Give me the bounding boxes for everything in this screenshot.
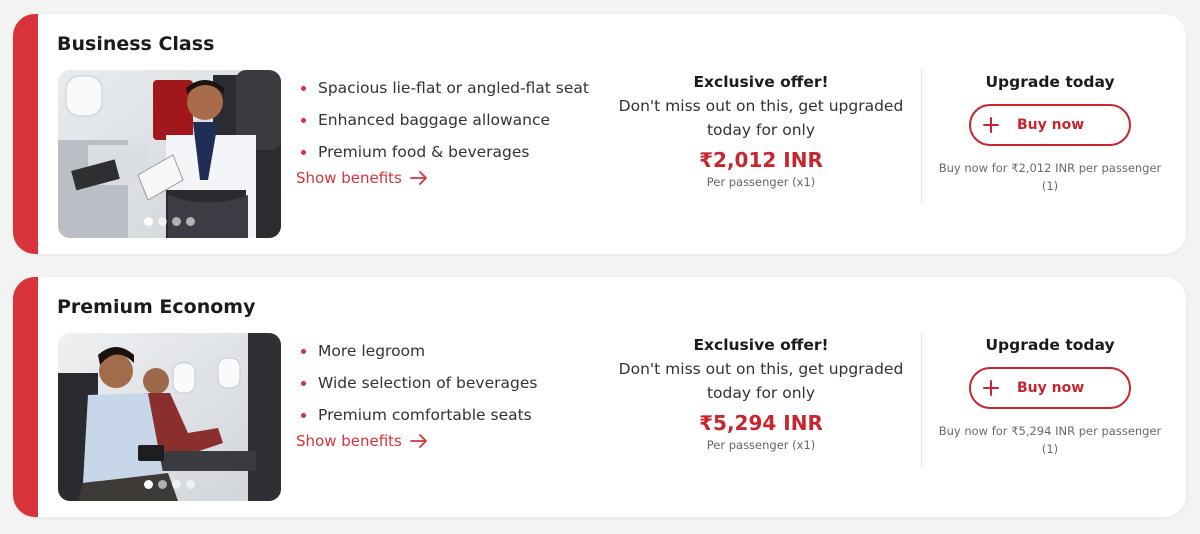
price-note: Per passenger (x1)	[706, 438, 816, 452]
cabin-photo[interactable]	[58, 70, 281, 238]
feature-item: Premium food & beverages	[297, 136, 589, 168]
bullet-icon	[301, 348, 306, 354]
carousel-dot[interactable]	[186, 217, 195, 226]
offer-price: ₹5,294 INR	[699, 411, 823, 435]
carousel-dot[interactable]	[158, 217, 167, 226]
feature-item: More legroom	[297, 335, 537, 367]
bullet-icon	[301, 380, 306, 386]
bullet-icon	[301, 85, 306, 91]
offer-section: Exclusive offer! Don't miss out on this,…	[611, 334, 911, 453]
show-benefits-link[interactable]: Show benefits	[296, 432, 428, 450]
show-benefits-link[interactable]: Show benefits	[296, 169, 428, 187]
bullet-icon	[301, 117, 306, 123]
carousel-dot[interactable]	[186, 480, 195, 489]
feature-item: Enhanced baggage allowance	[297, 104, 589, 136]
offer-price: ₹2,012 INR	[699, 148, 823, 172]
feature-item: Wide selection of beverages	[297, 367, 537, 399]
carousel-dot[interactable]	[158, 480, 167, 489]
carousel-dot[interactable]	[172, 480, 181, 489]
carousel-dots	[58, 217, 281, 226]
offer-text: Don't miss out on this, get upgraded tod…	[618, 97, 904, 139]
bullet-icon	[301, 412, 306, 418]
buy-now-button[interactable]: Buy now	[969, 104, 1131, 146]
feature-item: Spacious lie-flat or angled-flat seat	[297, 72, 589, 104]
bullet-icon	[301, 149, 306, 155]
offer-section: Exclusive offer! Don't miss out on this,…	[611, 71, 911, 190]
feature-list: Spacious lie-flat or angled-flat seat En…	[297, 72, 589, 168]
arrow-right-icon	[409, 434, 428, 448]
premium-economy-seat-image	[58, 333, 281, 501]
upgrade-heading: Upgrade today	[985, 73, 1115, 91]
plus-icon	[983, 380, 999, 396]
card-accent-bar	[13, 14, 38, 254]
arrow-right-icon	[409, 171, 428, 185]
plus-icon	[983, 117, 999, 133]
carousel-dot[interactable]	[144, 217, 153, 226]
price-note: Per passenger (x1)	[706, 175, 816, 189]
buy-now-button[interactable]: Buy now	[969, 367, 1131, 409]
buy-now-label: Buy now	[1017, 380, 1085, 396]
card-accent-bar	[13, 277, 38, 517]
feature-item: Premium comfortable seats	[297, 399, 537, 431]
business-class-seat-image	[58, 70, 281, 238]
upgrade-heading: Upgrade today	[985, 336, 1115, 354]
carousel-dots	[58, 480, 281, 489]
upgrade-card-business: Business Class Spacious lie-flat or angl…	[13, 14, 1186, 254]
offer-text: Don't miss out on this, get upgraded tod…	[618, 360, 904, 402]
offer-heading: Exclusive offer!	[693, 336, 829, 354]
buy-now-note: Buy now for ₹5,294 INR per passenger (1)	[938, 424, 1162, 456]
buy-now-note: Buy now for ₹2,012 INR per passenger (1)	[938, 161, 1162, 193]
upgrade-card-premium-economy: Premium Economy More legroom Wide select…	[13, 277, 1186, 517]
divider	[921, 333, 922, 467]
carousel-dot[interactable]	[172, 217, 181, 226]
divider	[921, 70, 922, 204]
offer-heading: Exclusive offer!	[693, 73, 829, 91]
card-title: Business Class	[57, 33, 215, 55]
feature-list: More legroom Wide selection of beverages…	[297, 335, 537, 431]
carousel-dot[interactable]	[144, 480, 153, 489]
upgrade-section: Upgrade today Buy now Buy now for ₹5,294…	[930, 334, 1170, 458]
cabin-photo[interactable]	[58, 333, 281, 501]
upgrade-section: Upgrade today Buy now Buy now for ₹2,012…	[930, 71, 1170, 195]
buy-now-label: Buy now	[1017, 117, 1085, 133]
card-title: Premium Economy	[57, 296, 256, 318]
